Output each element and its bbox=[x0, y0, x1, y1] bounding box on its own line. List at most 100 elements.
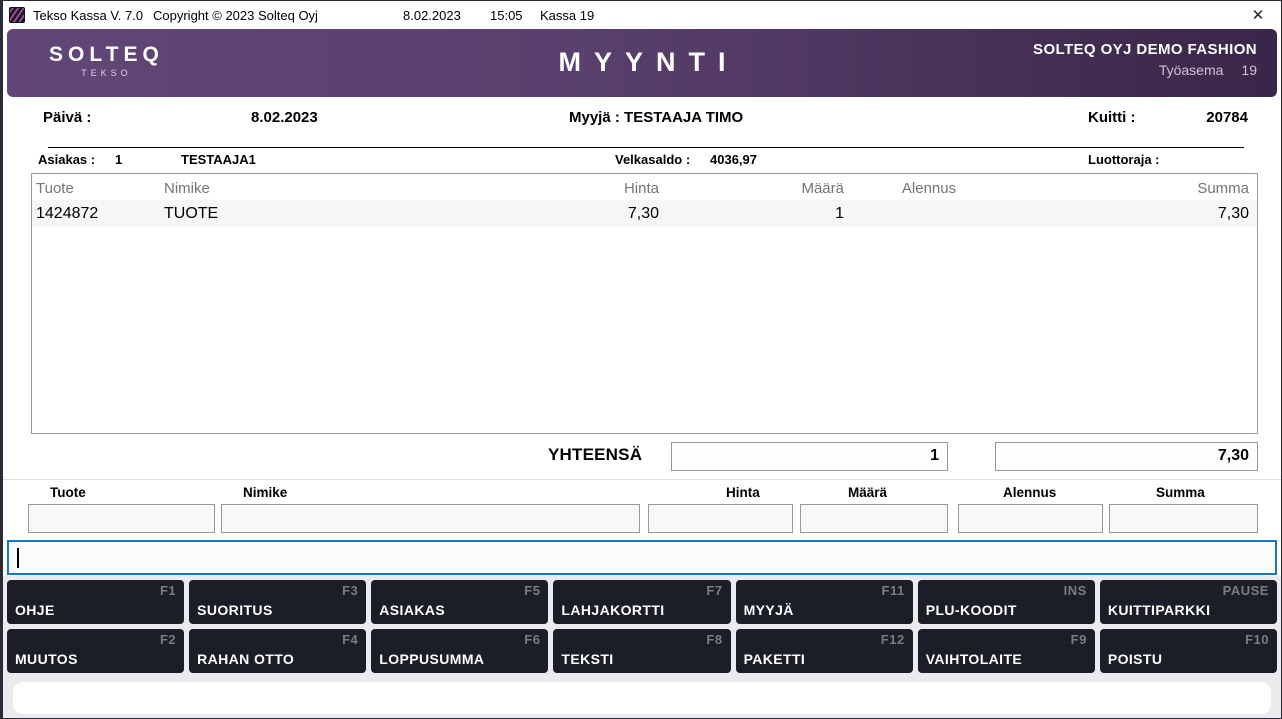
app-header: SOLTEQ TEKSO MYYNTI SOLTEQ OYJ DEMO FASH… bbox=[7, 29, 1277, 97]
text-cursor bbox=[17, 547, 19, 568]
fkey-shortcut: PAUSE bbox=[1222, 583, 1269, 598]
entry-label-alennus: Alennus bbox=[1003, 485, 1057, 500]
debt-label: Velkasaldo : bbox=[615, 152, 691, 167]
fkey-shortcut: F5 bbox=[524, 583, 541, 598]
section-separator bbox=[3, 479, 1281, 480]
fkey-label: RAHAN OTTO bbox=[197, 651, 295, 667]
titlebar-register: Kassa 19 bbox=[540, 7, 595, 23]
fkey-label: TEKSTI bbox=[561, 651, 614, 667]
function-key-grid: F1 OHJE F3 SUORITUS F5 ASIAKAS F7 LAHJAK… bbox=[7, 580, 1277, 673]
entry-label-nimike: Nimike bbox=[243, 485, 288, 500]
fkey-shortcut: F11 bbox=[881, 583, 905, 598]
credit-limit-label: Luottoraja : bbox=[1088, 152, 1160, 167]
solteq-app-icon bbox=[9, 7, 25, 23]
kuittiparkki-button[interactable]: PAUSE KUITTIPARKKI bbox=[1099, 580, 1277, 624]
fkey-label: LOPPUSUMMA bbox=[379, 651, 485, 667]
fkey-label: MUUTOS bbox=[15, 651, 78, 667]
copyright-text: Copyright © 2023 Solteq Oyj bbox=[153, 7, 318, 23]
titlebar: Tekso Kassa V. 7.0 Copyright © 2023 Solt… bbox=[3, 1, 1281, 29]
window-title: Tekso Kassa V. 7.0 bbox=[33, 7, 144, 23]
hinta-input[interactable] bbox=[648, 504, 793, 533]
alennus-input[interactable] bbox=[958, 504, 1103, 533]
seller-label: Myyjä : bbox=[569, 109, 620, 126]
totals-label: YHTEENSÄ bbox=[548, 445, 643, 464]
date-label: Päivä : bbox=[43, 109, 92, 126]
column-header-summa: Summa bbox=[1197, 180, 1249, 197]
workstation-info: Työasema 19 bbox=[1033, 62, 1257, 78]
fkey-shortcut: F9 bbox=[1070, 632, 1087, 647]
entry-label-summa: Summa bbox=[1156, 485, 1205, 500]
suoritus-button[interactable]: F3 SUORITUS bbox=[189, 580, 367, 624]
fkey-label: MYYJÄ bbox=[743, 602, 794, 618]
column-header-nimike: Nimike bbox=[164, 180, 210, 197]
cell-summa: 7,30 bbox=[1217, 204, 1249, 222]
fkey-label: VAIHTOLAITE bbox=[925, 651, 1023, 667]
fkey-label: POISTU bbox=[1107, 651, 1163, 667]
total-sum-box: 7,30 bbox=[995, 442, 1258, 471]
status-bar bbox=[13, 682, 1271, 714]
fkey-shortcut: F12 bbox=[880, 632, 905, 647]
entry-label-tuote: Tuote bbox=[50, 485, 86, 500]
divider-line bbox=[48, 147, 1244, 148]
workstation-label: Työasema bbox=[1158, 62, 1224, 78]
cell-nimike: TUOTE bbox=[164, 204, 219, 222]
sale-lines-table: Tuote Nimike Hinta Määrä Alennus Summa 1… bbox=[31, 173, 1258, 434]
cell-tuote: 1424872 bbox=[36, 204, 99, 222]
fkey-shortcut: F4 bbox=[342, 632, 359, 647]
date-value: 8.02.2023 bbox=[251, 109, 318, 126]
close-icon[interactable]: ✕ bbox=[1243, 1, 1273, 29]
table-header-row: Tuote Nimike Hinta Määrä Alennus Summa bbox=[32, 174, 1257, 200]
fkey-shortcut: INS bbox=[1063, 583, 1087, 598]
app-window: Tekso Kassa V. 7.0 Copyright © 2023 Solt… bbox=[0, 0, 1282, 719]
myyja-button[interactable]: F11 MYYJÄ bbox=[735, 580, 913, 624]
lahjakortti-button[interactable]: F7 LAHJAKORTTI bbox=[553, 580, 731, 624]
loppusumma-button[interactable]: F6 LOPPUSUMMA bbox=[371, 629, 549, 673]
seller-value: TESTAAJA TIMO bbox=[624, 109, 744, 126]
debt-value: 4036,97 bbox=[710, 152, 757, 167]
maara-input[interactable] bbox=[800, 504, 948, 533]
plu-koodit-button[interactable]: INS PLU-KOODIT bbox=[917, 580, 1095, 624]
teksti-button[interactable]: F8 TEKSTI bbox=[553, 629, 731, 673]
ohje-button[interactable]: F1 OHJE bbox=[7, 580, 185, 624]
nimike-input[interactable] bbox=[221, 504, 640, 533]
customer-number: 1 bbox=[115, 152, 123, 167]
fkey-shortcut: F6 bbox=[524, 632, 541, 647]
fkey-label: SUORITUS bbox=[197, 602, 273, 618]
fkey-shortcut: F8 bbox=[706, 632, 723, 647]
tuote-input[interactable] bbox=[28, 504, 215, 533]
poistu-button[interactable]: F10 POISTU bbox=[1099, 629, 1277, 673]
fkey-shortcut: F7 bbox=[706, 583, 723, 598]
customer-label: Asiakas : bbox=[38, 152, 96, 167]
store-name: SOLTEQ OYJ DEMO FASHION bbox=[1033, 41, 1257, 58]
column-header-alennus: Alennus bbox=[901, 180, 957, 197]
summa-input[interactable] bbox=[1109, 504, 1258, 533]
vaihtolaite-button[interactable]: F9 VAIHTOLAITE bbox=[917, 629, 1095, 673]
fkey-shortcut: F1 bbox=[159, 583, 177, 598]
titlebar-time: 15:05 bbox=[490, 7, 523, 23]
customer-name: TESTAAJA1 bbox=[181, 152, 256, 167]
fkey-label: OHJE bbox=[15, 602, 55, 618]
fkey-label: PAKETTI bbox=[743, 651, 806, 667]
command-input[interactable] bbox=[7, 540, 1277, 575]
fkey-label: ASIAKAS bbox=[379, 602, 446, 618]
store-block: SOLTEQ OYJ DEMO FASHION Työasema 19 bbox=[1033, 41, 1257, 78]
muutos-button[interactable]: F2 MUUTOS bbox=[7, 629, 185, 673]
total-quantity-box: 1 bbox=[671, 442, 948, 471]
customer-info-row: Asiakas : 1 TESTAAJA1 Velkasaldo : 4036,… bbox=[3, 152, 1281, 172]
asiakas-button[interactable]: F5 ASIAKAS bbox=[371, 580, 549, 624]
column-header-hinta: Hinta bbox=[623, 180, 659, 197]
column-header-tuote: Tuote bbox=[36, 180, 74, 197]
seller-info: Myyjä : TESTAAJA TIMO bbox=[569, 109, 743, 126]
cell-hinta: 7,30 bbox=[627, 204, 659, 222]
function-key-area: F1 OHJE F3 SUORITUS F5 ASIAKAS F7 LAHJAK… bbox=[3, 576, 1281, 718]
receipt-label: Kuitti : bbox=[1088, 109, 1136, 126]
entry-label-hinta: Hinta bbox=[726, 485, 760, 500]
titlebar-date: 8.02.2023 bbox=[403, 7, 461, 23]
fkey-shortcut: F3 bbox=[342, 583, 359, 598]
column-header-maara: Määrä bbox=[801, 180, 844, 197]
paketti-button[interactable]: F12 PAKETTI bbox=[735, 629, 913, 673]
table-row[interactable]: 1424872 TUOTE 7,30 1 7,30 bbox=[32, 200, 1257, 227]
entry-label-maara: Määrä bbox=[848, 485, 888, 500]
rahan-otto-button[interactable]: F4 RAHAN OTTO bbox=[189, 629, 367, 673]
fkey-label: LAHJAKORTTI bbox=[561, 602, 665, 618]
